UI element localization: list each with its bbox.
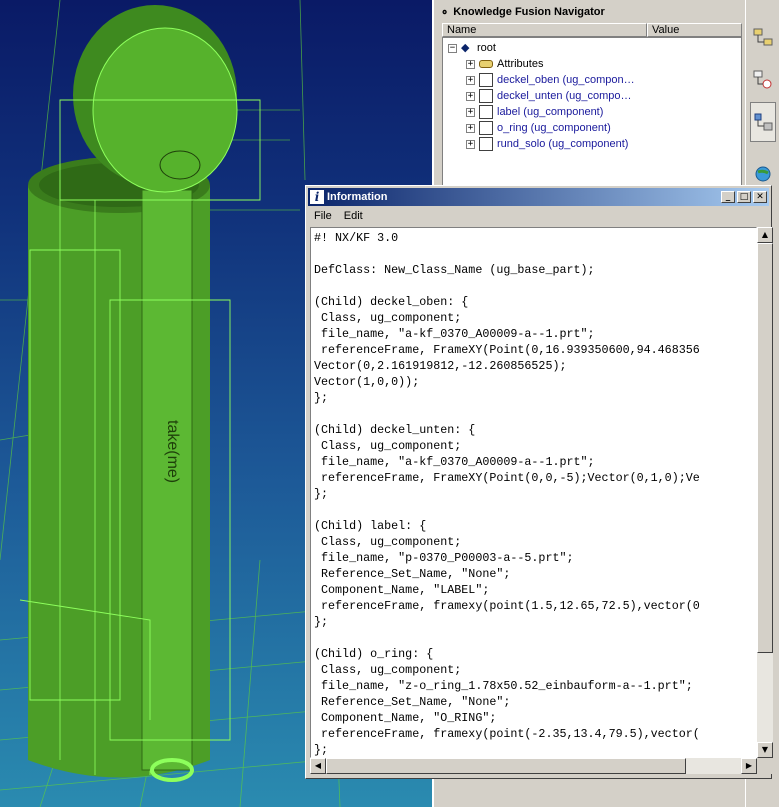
information-content: #! NX/KF 3.0 DefClass: New_Class_Name (u… — [314, 231, 700, 757]
expand-icon[interactable]: + — [466, 75, 475, 85]
tree-item-deckel-unten[interactable]: + deckel_unten (ug_compo… — [466, 88, 632, 104]
horizontal-scrollbar[interactable]: ◀ ▶ — [310, 758, 757, 774]
tree-item-attributes[interactable]: + Attributes — [466, 56, 543, 72]
information-window[interactable]: i Information _ □ ✕ File Edit #! NX/KF 3… — [305, 185, 773, 779]
globe-icon — [755, 166, 771, 182]
navigator-title-label: Knowledge Fusion Navigator — [453, 6, 605, 18]
constraint-navigator-icon — [753, 70, 772, 89]
menu-edit[interactable]: Edit — [338, 210, 369, 222]
tree-item-label-component[interactable]: + label (ug_component) — [466, 104, 603, 120]
expand-icon[interactable]: + — [466, 123, 475, 133]
close-button[interactable]: ✕ — [753, 191, 767, 203]
maximize-button[interactable]: □ — [737, 191, 751, 203]
column-name[interactable]: Name — [442, 23, 647, 37]
collapse-icon[interactable]: − — [448, 43, 457, 53]
assembly-navigator-icon — [753, 28, 773, 46]
menu-file[interactable]: File — [308, 210, 338, 222]
knowledge-fusion-navigator-tab[interactable] — [750, 102, 776, 142]
tree-item-label: label (ug_component) — [497, 106, 604, 118]
tree-item-deckel-oben[interactable]: + deckel_oben (ug_compon… — [466, 72, 635, 88]
minimize-button[interactable]: _ — [721, 191, 735, 203]
knowledge-fusion-icon — [754, 113, 773, 131]
tree-item-root[interactable]: − ◆ root — [448, 40, 496, 56]
information-title: Information — [327, 191, 388, 203]
scroll-left-button[interactable]: ◀ — [310, 758, 326, 774]
information-text-area[interactable]: #! NX/KF 3.0 DefClass: New_Class_Name (u… — [310, 227, 757, 758]
expand-icon[interactable]: + — [466, 91, 475, 101]
tree-item-label: deckel_unten (ug_compo… — [497, 90, 632, 102]
scroll-up-button[interactable]: ▲ — [757, 227, 773, 243]
constraint-navigator-tab[interactable] — [750, 60, 776, 100]
expand-icon[interactable]: + — [466, 139, 475, 149]
scroll-right-button[interactable]: ▶ — [741, 758, 757, 774]
navigator-icon: ⚬ — [440, 6, 450, 19]
component-icon — [479, 137, 493, 151]
vertical-scroll-thumb[interactable] — [757, 243, 773, 653]
information-menubar: File Edit — [308, 207, 369, 225]
component-icon — [479, 89, 493, 103]
tree-item-label: o_ring (ug_component) — [497, 122, 611, 134]
navigator-title: ⚬ Knowledge Fusion Navigator — [440, 4, 605, 20]
expand-icon[interactable]: + — [466, 59, 475, 69]
horizontal-scroll-thumb[interactable] — [326, 758, 686, 774]
expand-icon[interactable]: + — [466, 107, 475, 117]
vertical-scrollbar[interactable]: ▲ ▼ — [757, 227, 773, 758]
tree-item-label: deckel_oben (ug_compon… — [497, 74, 635, 86]
navigator-tree: − ◆ root + Attributes + deckel_oben (ug_… — [442, 37, 742, 187]
tree-item-label: root — [477, 42, 496, 54]
information-title-bar[interactable]: i Information _ □ ✕ — [308, 188, 769, 206]
component-icon — [479, 121, 493, 135]
column-value[interactable]: Value — [647, 23, 742, 37]
resize-grip[interactable] — [757, 758, 773, 774]
attributes-icon — [479, 60, 493, 68]
component-icon — [479, 73, 493, 87]
root-diamond-icon: ◆ — [461, 42, 470, 54]
info-icon: i — [310, 190, 324, 204]
navigator-column-header: Name Value — [442, 23, 742, 37]
tree-item-label: Attributes — [497, 58, 544, 70]
component-icon — [479, 105, 493, 119]
tree-item-rund-solo[interactable]: + rund_solo (ug_component) — [466, 136, 628, 152]
tree-item-o-ring[interactable]: + o_ring (ug_component) — [466, 120, 611, 136]
tree-item-label: rund_solo (ug_component) — [497, 138, 629, 150]
model-label: take(me) — [164, 420, 181, 483]
scroll-down-button[interactable]: ▼ — [757, 742, 773, 758]
assembly-navigator-tab[interactable] — [750, 18, 776, 58]
